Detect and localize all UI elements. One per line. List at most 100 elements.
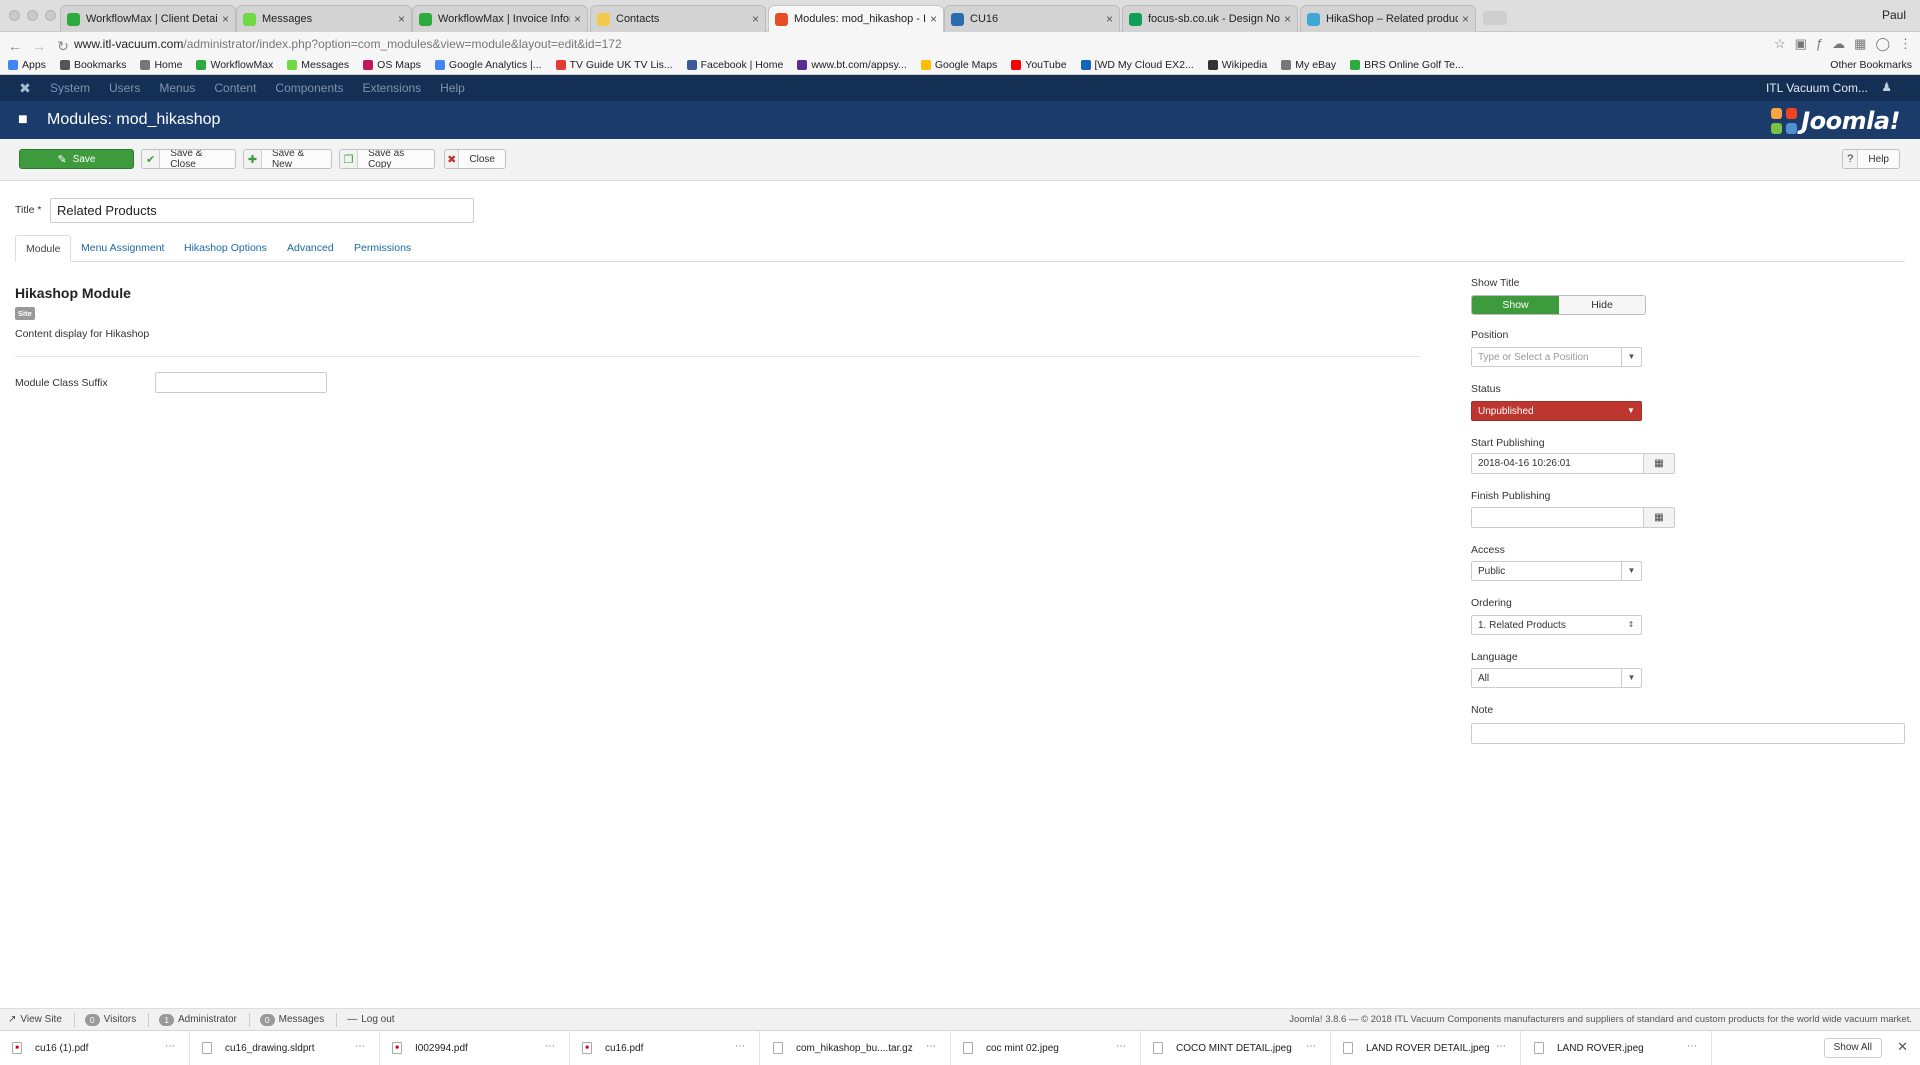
browser-tab[interactable]: WorkflowMax | Invoice Informa × <box>412 5 588 32</box>
close-tab-icon[interactable]: × <box>930 12 937 26</box>
extension-icon[interactable]: ƒ <box>1816 36 1823 52</box>
bookmark-star-icon[interactable]: ☆ <box>1774 36 1786 52</box>
browser-tab[interactable]: focus-sb.co.uk - Design Notes × <box>1122 5 1298 32</box>
browser-tab[interactable]: Contacts × <box>590 5 766 32</box>
show-all-button[interactable]: Show All <box>1823 1038 1882 1058</box>
bookmark-item[interactable]: Google Analytics |... <box>434 59 542 71</box>
other-bookmarks[interactable]: Other Bookmarks <box>1830 59 1912 71</box>
download-item[interactable]: COCO MINT DETAIL.jpeg ⋯ <box>1141 1031 1331 1065</box>
help-button[interactable]: ? Help <box>1842 149 1900 169</box>
close-tab-icon[interactable]: × <box>752 12 759 26</box>
close-icon[interactable]: ✕ <box>1897 1039 1908 1055</box>
show-button[interactable]: Show <box>1472 296 1559 314</box>
calendar-icon[interactable]: ▦ <box>1643 453 1675 474</box>
download-item[interactable]: ■ I002994.pdf ⋯ <box>380 1031 570 1065</box>
more-options-icon[interactable]: ⋯ <box>1687 1041 1697 1052</box>
profile-name[interactable]: Paul <box>1882 8 1906 22</box>
url-field[interactable]: www.itl-vacuum.com/administrator/index.p… <box>74 37 622 51</box>
more-options-icon[interactable]: ⋯ <box>355 1041 365 1052</box>
tab-hikashop-options[interactable]: Hikashop Options <box>174 235 277 262</box>
admin-menu-help[interactable]: Help <box>440 81 465 95</box>
start-publishing-input[interactable]: 2018-04-16 10:26:01 <box>1471 453 1644 474</box>
close-button[interactable]: ✖ Close <box>444 149 506 169</box>
new-tab-button[interactable] <box>1483 11 1507 25</box>
bookmark-item[interactable]: Facebook | Home <box>686 59 783 71</box>
forward-icon[interactable]: → <box>30 38 48 54</box>
bookmark-item[interactable]: My eBay <box>1281 59 1336 71</box>
more-options-icon[interactable]: ⋯ <box>926 1041 936 1052</box>
class-suffix-input[interactable] <box>155 372 327 393</box>
window-controls[interactable] <box>9 10 63 24</box>
extension-icon[interactable]: ▦ <box>1854 36 1866 52</box>
admin-menu-system[interactable]: System <box>50 81 90 95</box>
reload-icon[interactable]: ↻ <box>54 38 72 55</box>
visitors-link[interactable]: 0 Visitors <box>84 1013 136 1026</box>
bookmark-item[interactable]: OS Maps <box>363 59 421 71</box>
more-options-icon[interactable]: ⋯ <box>1496 1041 1506 1052</box>
save-new-button[interactable]: ✚ Save & New <box>243 149 332 169</box>
browser-tab[interactable]: WorkflowMax | Client Details × <box>60 5 236 32</box>
finish-publishing-input[interactable] <box>1471 507 1644 528</box>
bookmark-item[interactable]: BRS Online Golf Te... <box>1350 59 1464 71</box>
admin-menu-content[interactable]: Content <box>214 81 256 95</box>
bookmark-item[interactable]: Home <box>140 59 182 71</box>
joomla-icon[interactable]: ✖ <box>0 80 50 97</box>
user-icon[interactable]: ♟ <box>1881 80 1892 94</box>
ordering-select[interactable]: 1. Related Products ⇕ <box>1471 615 1642 635</box>
admin-menu-menus[interactable]: Menus <box>159 81 195 95</box>
bookmark-item[interactable]: www.bt.com/appsy... <box>797 59 907 71</box>
close-tab-icon[interactable]: × <box>1106 12 1113 26</box>
browser-tab[interactable]: Messages × <box>236 5 412 32</box>
admin-menu-users[interactable]: Users <box>109 81 140 95</box>
admin-menu-extensions[interactable]: Extensions <box>362 81 421 95</box>
download-item[interactable]: LAND ROVER.jpeg ⋯ <box>1522 1031 1712 1065</box>
tab-advanced[interactable]: Advanced <box>277 235 344 262</box>
tab-menu-assignment[interactable]: Menu Assignment <box>71 235 174 262</box>
save-copy-button[interactable]: ❐ Save as Copy <box>339 149 435 169</box>
extension-icon[interactable]: ☁ <box>1832 36 1845 52</box>
note-input[interactable] <box>1471 723 1905 744</box>
bookmark-item[interactable]: YouTube <box>1011 59 1067 71</box>
access-select[interactable]: Public ▼ <box>1471 561 1642 581</box>
menu-icon[interactable]: ⋮ <box>1899 36 1912 52</box>
save-button[interactable]: ✎ Save <box>19 149 134 169</box>
download-item[interactable]: cu16_drawing.sldprt ⋯ <box>190 1031 380 1065</box>
close-tab-icon[interactable]: × <box>398 12 405 26</box>
more-options-icon[interactable]: ⋯ <box>735 1041 745 1052</box>
browser-tab[interactable]: Modules: mod_hikashop - ITL × <box>768 5 944 32</box>
download-item[interactable]: ■ cu16 (1).pdf ⋯ <box>0 1031 190 1065</box>
more-options-icon[interactable]: ⋯ <box>1306 1041 1316 1052</box>
hide-button[interactable]: Hide <box>1559 296 1645 314</box>
admin-menu-components[interactable]: Components <box>275 81 343 95</box>
save-close-button[interactable]: ✔ Save & Close <box>141 149 236 169</box>
download-item[interactable]: ■ cu16.pdf ⋯ <box>570 1031 760 1065</box>
close-tab-icon[interactable]: × <box>1284 12 1291 26</box>
browser-tab[interactable]: HikaShop – Related products n × <box>1300 5 1476 32</box>
bookmark-item[interactable]: WorkflowMax <box>196 59 273 71</box>
bookmark-item[interactable]: Bookmarks <box>59 59 126 71</box>
logout-link[interactable]: — Log out <box>347 1014 394 1025</box>
extension-icon[interactable]: ◯ <box>1875 36 1890 52</box>
bookmark-item[interactable]: [WD My Cloud EX2... <box>1080 59 1194 71</box>
view-site-link[interactable]: ↗ View Site <box>8 1014 62 1025</box>
back-icon[interactable]: ← <box>6 38 24 54</box>
bookmark-item[interactable]: Messages <box>287 59 349 71</box>
site-link[interactable]: ITL Vacuum Com... <box>1766 81 1868 95</box>
status-select[interactable]: Unpublished ▼ <box>1471 401 1642 421</box>
tab-module[interactable]: Module <box>15 235 72 262</box>
bookmark-item[interactable]: Google Maps <box>920 59 997 71</box>
messages-link[interactable]: 0 Messages <box>259 1013 324 1026</box>
title-input[interactable]: Related Products <box>50 198 474 223</box>
bookmark-item[interactable]: Wikipedia <box>1207 59 1267 71</box>
browser-tab[interactable]: CU16 × <box>944 5 1120 32</box>
tab-permissions[interactable]: Permissions <box>344 235 421 262</box>
bookmark-item[interactable]: TV Guide UK TV Lis... <box>555 59 673 71</box>
download-item[interactable]: LAND ROVER DETAIL.jpeg ⋯ <box>1331 1031 1521 1065</box>
download-item[interactable]: com_hikashop_bu....tar.gz ⋯ <box>761 1031 951 1065</box>
administrator-link[interactable]: 1 Administrator <box>159 1013 237 1026</box>
close-tab-icon[interactable]: × <box>574 12 581 26</box>
download-item[interactable]: coc mint 02.jpeg ⋯ <box>951 1031 1141 1065</box>
more-options-icon[interactable]: ⋯ <box>1116 1041 1126 1052</box>
language-select[interactable]: All ▼ <box>1471 668 1642 688</box>
calendar-icon[interactable]: ▦ <box>1643 507 1675 528</box>
